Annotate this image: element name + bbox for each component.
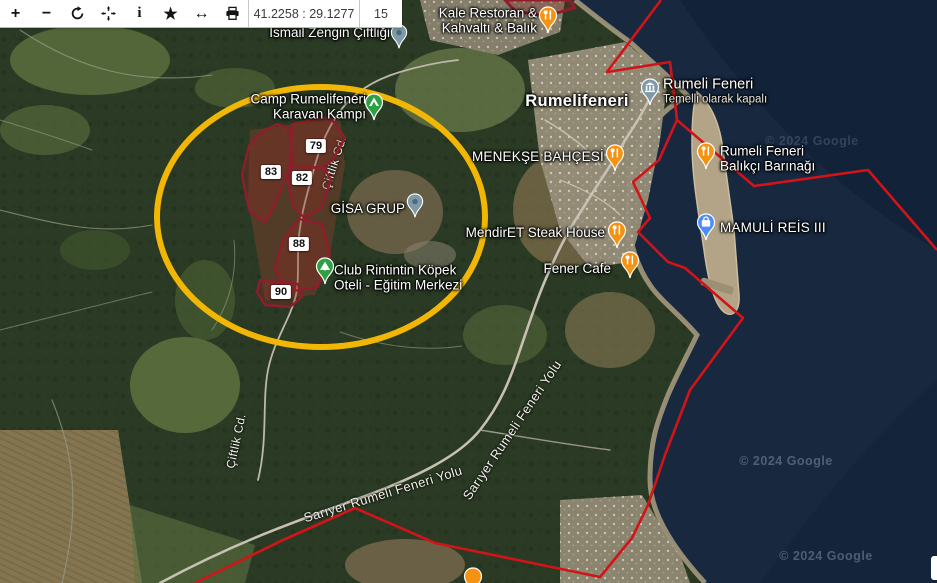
club-pin[interactable]	[315, 257, 336, 287]
poi-label-line: Rumeli Feneri	[663, 78, 767, 93]
print-icon	[225, 6, 240, 21]
poi-label-camp[interactable]: Camp Rumelifeneri Karavan Kampı	[250, 93, 366, 122]
info-button[interactable]: i	[124, 0, 155, 27]
poi-label-barinak[interactable]: Rumeli Feneri Balıkçı Barınağı	[720, 145, 815, 174]
closed-status: Temelli olarak kapalı	[663, 92, 767, 107]
star-icon: ★	[163, 4, 177, 24]
poi-label-line: Oteli - Eğitim Merkezi	[334, 278, 462, 293]
bottom-partial-pin[interactable]	[463, 567, 484, 583]
gisa-pin[interactable]	[406, 193, 425, 220]
fener-pin[interactable]	[620, 251, 641, 281]
scrollbar-fragment[interactable]	[931, 556, 937, 580]
menekse-pin[interactable]	[605, 144, 626, 174]
copyright-watermark: © 2024 Google	[779, 549, 873, 563]
camp-pin[interactable]	[364, 93, 385, 123]
poi-label-kale[interactable]: Kale Restoran & Kahvaltı & Balık	[439, 7, 537, 36]
zoom-in-button[interactable]: +	[0, 0, 31, 27]
parcel-chip-90[interactable]: 90	[271, 285, 291, 299]
place-icon	[412, 199, 417, 204]
poi-label-club[interactable]: Club Rintintin Köpek Oteli - Eğitim Merk…	[334, 264, 462, 293]
zoom-out-icon: −	[42, 5, 51, 23]
lighthouse-pin[interactable]	[640, 78, 661, 108]
measure-button[interactable]: ↔	[186, 0, 217, 27]
copyright-watermark: © 2024 Google	[739, 454, 833, 468]
poi-label-line: Kahvaltı & Balık	[439, 21, 537, 36]
ismail-pin[interactable]	[390, 24, 409, 51]
poi-label-line: Karavan Kampı	[250, 107, 366, 122]
poi-label-line: Camp Rumelifeneri	[250, 93, 366, 108]
poi-label-mendiret[interactable]: MendirET Steak House	[466, 226, 605, 241]
mamuli-pin[interactable]	[696, 213, 717, 243]
kale-pin[interactable]	[538, 6, 559, 36]
town-label[interactable]: Rumelifeneri	[525, 94, 629, 109]
parcel-chip-79[interactable]: 79	[306, 139, 326, 153]
favorite-button[interactable]: ★	[155, 0, 186, 27]
zoom-out-button[interactable]: −	[31, 0, 62, 27]
place-icon	[396, 30, 401, 35]
barinak-pin[interactable]	[696, 142, 717, 172]
poi-label-lighthouse[interactable]: Rumeli Feneri Temelli olarak kapalı	[663, 78, 767, 107]
poi-label-line: Club Rintintin Köpek	[334, 264, 462, 279]
coordinates-display: 41.2258 : 29.1277	[248, 0, 359, 27]
map-application: 79 83 82 88 90	[0, 0, 937, 583]
poi-label-gisa[interactable]: GİSA GRUP	[331, 202, 405, 217]
poi-label-fener[interactable]: Fener Cafe	[543, 262, 611, 277]
arrows-horizontal-icon: ↔	[194, 5, 210, 23]
refresh-button[interactable]	[62, 0, 93, 27]
map-toolbar: + − i ★ ↔	[0, 0, 402, 28]
refresh-icon	[70, 6, 85, 21]
parcel-chip-83[interactable]: 83	[261, 165, 281, 179]
parcel-chip-88[interactable]: 88	[289, 237, 309, 251]
poi-label-line: Rumeli Feneri	[720, 145, 815, 160]
parcel-chip-82[interactable]: 82	[292, 171, 312, 185]
info-icon: i	[137, 5, 141, 22]
poi-label-menekse[interactable]: MENEKŞE BAHÇESİ	[472, 150, 604, 165]
pan-button[interactable]	[93, 0, 124, 27]
poi-label-line: Balıkçı Barınağı	[720, 159, 815, 174]
zoom-in-icon: +	[11, 5, 20, 23]
zoom-level-display: 15	[359, 0, 402, 27]
print-button[interactable]	[217, 0, 248, 27]
pan-icon	[101, 6, 116, 21]
mendiret-pin[interactable]	[607, 221, 628, 251]
poi-label-line: Kale Restoran &	[439, 7, 537, 22]
poi-label-mamuli[interactable]: MAMULİ REİS III	[720, 221, 826, 236]
